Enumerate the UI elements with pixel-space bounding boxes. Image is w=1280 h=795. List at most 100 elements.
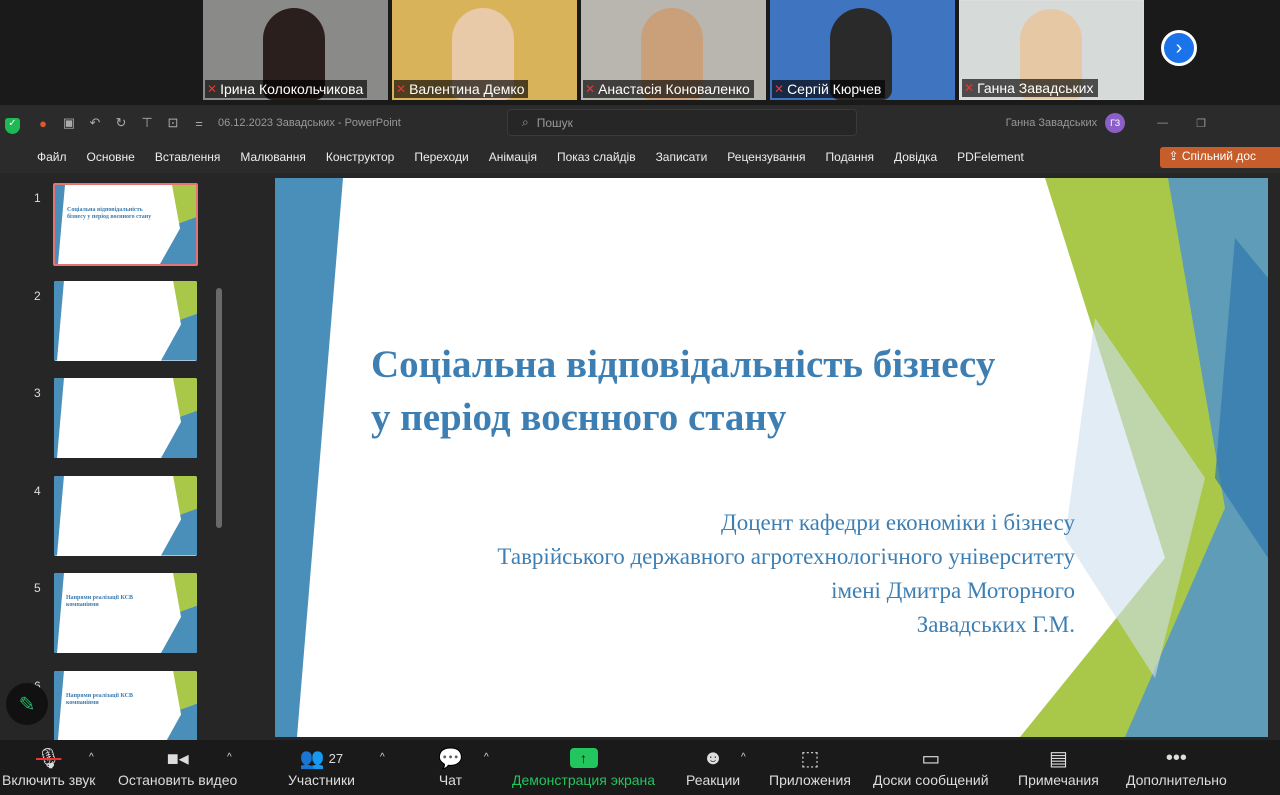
ribbon-tab[interactable]: Подання <box>826 150 874 164</box>
ribbon-tab[interactable]: Основне <box>87 150 135 164</box>
video-strip: ✕ Ірина Колокольчикова ✕ Валентина Демко ✕ Ан… <box>0 0 1280 102</box>
apps-button[interactable]: ⬚ Приложения <box>769 744 851 789</box>
thumbnail-preview: Напрями реалізації КСВ компаніями <box>54 670 197 740</box>
user-name: Ганна Завадських <box>1005 117 1098 129</box>
participant-video-tile[interactable]: ✕ Ірина Колокольчикова <box>203 0 388 100</box>
slide-decoration <box>275 178 1268 737</box>
thumbnail-title: Напрями реалізації КСВ компаніями <box>66 595 133 609</box>
ribbon-tab[interactable]: Переходи <box>414 150 468 164</box>
participant-name: Сергій Кюрчев <box>787 81 882 97</box>
search-placeholder: Пошук <box>536 115 573 130</box>
participants-button[interactable]: 👥 27 Участники <box>288 744 355 789</box>
document-title: 06.12.2023 Завадських - PowerPoint <box>218 117 401 129</box>
label: Примечания <box>1018 772 1099 788</box>
next-page-button[interactable]: › <box>1161 30 1197 66</box>
reactions-button[interactable]: ☻ Реакции <box>686 744 741 789</box>
caret-up-icon[interactable]: ^ <box>227 752 232 763</box>
slide-thumbnail[interactable]: 5 Напрями реалізації КСВ компаніями <box>0 573 210 655</box>
share-screen-button[interactable]: ↑ Демонстрация экрана <box>512 744 655 788</box>
caret-up-icon[interactable]: ^ <box>380 752 385 763</box>
label: Реакции <box>686 772 741 788</box>
notes-button[interactable]: ▤ Примечания <box>1018 744 1099 789</box>
user-account[interactable]: Ганна Завадських ГЗ — ❐ <box>1006 113 1206 133</box>
thumbnail-title: Соціальна відповідальність бізнесу у пер… <box>67 207 152 221</box>
textbox-icon[interactable]: ⊡ <box>164 115 182 131</box>
scrollbar[interactable] <box>216 288 222 528</box>
thumbnail-preview: Соціальна відповідальність бізнесу у пер… <box>53 183 198 266</box>
participant-name-tag: ✕ Ганна Завадських <box>962 79 1098 97</box>
ribbon-tab[interactable]: PDFelement <box>957 150 1024 164</box>
restore-icon[interactable]: ❐ <box>1196 117 1206 130</box>
save-icon[interactable]: ▣ <box>60 115 78 131</box>
slide-number: 4 <box>34 483 41 498</box>
shield-icon: ✓ <box>5 118 20 134</box>
chat-button[interactable]: 💬 Чат <box>438 744 463 789</box>
video-camera-icon: ■◂ <box>166 747 189 770</box>
ribbon-tab[interactable]: Рецензування <box>727 150 805 164</box>
mic-off-icon: ✕ <box>207 82 218 96</box>
thumbnail-title: Напрями реалізації КСВ компаніями <box>66 692 133 706</box>
label: Остановить видео <box>118 772 238 788</box>
subtitle-line: Таврійського державного агротехнологічно… <box>497 544 1075 569</box>
powerpoint-window: ✓ ● ▣ ↶ ↻ ⊤ ⊡ = 06.12.2023 Завадських - … <box>0 105 1280 740</box>
customize-icon[interactable]: = <box>190 116 208 131</box>
thumbnail-preview <box>54 378 197 458</box>
mic-off-icon: ✕ <box>585 82 596 96</box>
more-button[interactable]: ••• Дополнительно <box>1126 744 1227 789</box>
slide-thumbnail[interactable]: 4 <box>0 475 210 558</box>
caret-up-icon[interactable]: ^ <box>89 752 94 763</box>
participant-name-tag: ✕ Валентина Демко <box>394 80 529 98</box>
label: Демонстрация экрана <box>512 772 656 788</box>
more-icon: ••• <box>1165 746 1187 769</box>
minimize-icon[interactable]: — <box>1157 117 1168 129</box>
title-bar: ✓ ● ▣ ↶ ↻ ⊤ ⊡ = 06.12.2023 Завадських - … <box>0 105 1280 141</box>
undo-icon[interactable]: ↶ <box>86 115 104 131</box>
annotate-pen-icon[interactable]: ✎ <box>6 683 48 725</box>
slide-thumbnail[interactable]: 2 <box>0 280 210 363</box>
label: Участники <box>288 772 355 788</box>
share-label: Спільний дос <box>1181 149 1256 163</box>
participant-video-tile[interactable]: ✕ Сергій Кюрчев <box>770 0 955 100</box>
ribbon-tab[interactable]: Довідка <box>894 150 937 164</box>
label: Доски сообщений <box>873 772 989 788</box>
slide-thumbnail[interactable]: 3 <box>0 378 210 460</box>
thumbnail-preview: Напрями реалізації КСВ компаніями <box>54 573 197 653</box>
participant-video-tile[interactable]: ✕ Ганна Завадських <box>959 0 1144 100</box>
slide-title: Соціальна відповідальність бізнесу у пері… <box>371 338 995 444</box>
slide-thumbnail[interactable]: 1 Соціальна відповідальність бізнесу у пе… <box>0 183 210 266</box>
ribbon-tab[interactable]: Анімація <box>489 150 537 164</box>
slide-thumbnails-panel: 1 Соціальна відповідальність бізнесу у пе… <box>0 173 228 740</box>
title-line: у період воєнного стану <box>371 396 787 439</box>
apps-icon: ⬚ <box>800 747 820 770</box>
participant-name: Анастасія Коноваленко <box>598 81 750 97</box>
present-icon[interactable]: ⊤ <box>138 115 156 131</box>
whiteboards-button[interactable]: ▭ Доски сообщений <box>873 744 989 789</box>
participant-name-tag: ✕ Сергій Кюрчев <box>772 80 886 98</box>
ribbon-tab[interactable]: Показ слайдів <box>557 150 636 164</box>
stop-video-button[interactable]: ■◂ Остановить видео <box>118 744 238 789</box>
chat-icon: 💬 <box>438 747 463 770</box>
share-button[interactable]: ⇪ Спільний дос <box>1160 147 1280 168</box>
slide-number: 5 <box>34 581 41 595</box>
participant-count: 27 <box>328 750 344 766</box>
ribbon-tab[interactable]: Малювання <box>240 150 305 164</box>
search-input[interactable]: ⌕ Пошук <box>507 109 857 136</box>
participant-video-tile[interactable]: ✕ Анастасія Коноваленко <box>581 0 766 100</box>
unmute-button[interactable]: 🎙 Включить звук <box>2 744 95 789</box>
subtitle-line: Доцент кафедри економіки і бізнесу <box>721 510 1075 535</box>
slide-canvas[interactable]: Соціальна відповідальність бізнесу у пері… <box>275 178 1268 737</box>
caret-up-icon[interactable]: ^ <box>484 752 489 763</box>
caret-up-icon[interactable]: ^ <box>741 752 746 763</box>
ribbon-tab[interactable]: Вставлення <box>155 150 221 164</box>
participant-video-tile[interactable]: ✕ Валентина Демко <box>392 0 577 100</box>
ribbon-tab[interactable]: Файл <box>37 150 67 164</box>
ribbon-tab[interactable]: Конструктор <box>326 150 394 164</box>
meeting-toolbar: 🎙 Включить звук ^ ■◂ Остановить видео ^ 👥 2… <box>0 740 1280 795</box>
redo-icon[interactable]: ↻ <box>112 115 130 131</box>
reaction-icon: ☻ <box>702 746 724 769</box>
thumbnail-preview <box>54 475 197 556</box>
title-line: Соціальна відповідальність бізнесу <box>371 343 996 386</box>
ribbon-tab[interactable]: Записати <box>656 150 708 164</box>
slide-subtitle: Доцент кафедри економіки і бізнесу Таврі… <box>497 506 1075 642</box>
participant-name: Ганна Завадських <box>977 80 1094 96</box>
